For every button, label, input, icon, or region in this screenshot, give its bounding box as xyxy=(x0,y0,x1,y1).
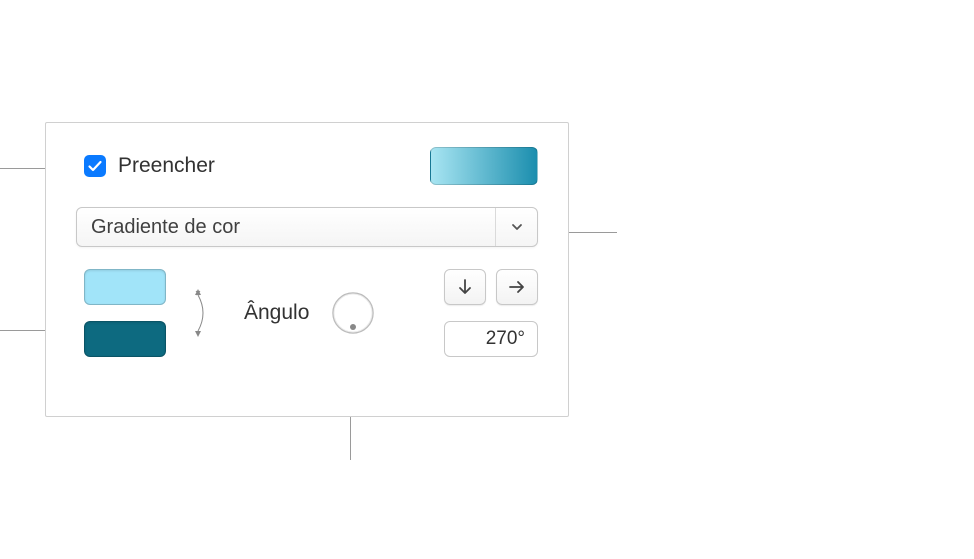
fill-header-row: Preencher xyxy=(76,147,538,185)
swap-vertical-icon xyxy=(190,285,212,341)
swap-colors-button[interactable] xyxy=(186,269,216,357)
callout-line xyxy=(0,168,45,169)
fill-checkbox-group: Preencher xyxy=(84,154,215,178)
fill-type-dropdown-text: Gradiente de cor xyxy=(77,208,495,246)
fill-preview-swatch[interactable] xyxy=(430,147,538,185)
arrow-right-icon xyxy=(508,279,526,295)
chevron-down-icon xyxy=(510,220,524,234)
gradient-color-2-well[interactable] xyxy=(84,321,166,357)
direction-buttons-group xyxy=(444,269,538,305)
fill-checkbox[interactable] xyxy=(84,155,106,177)
fill-checkbox-label: Preencher xyxy=(118,154,215,178)
angle-dial[interactable] xyxy=(331,291,375,335)
angle-input[interactable]: 270° xyxy=(444,321,538,357)
angle-label: Ângulo xyxy=(244,301,309,325)
angle-dial-icon xyxy=(331,291,375,335)
check-icon xyxy=(87,158,103,174)
fill-panel: Preencher Gradiente de cor Ângul xyxy=(45,122,569,417)
gradient-colors-column xyxy=(84,269,166,357)
direction-down-button[interactable] xyxy=(444,269,486,305)
direction-right-button[interactable] xyxy=(496,269,538,305)
gradient-controls-row: Ângulo xyxy=(76,269,538,357)
dropdown-arrow xyxy=(495,208,537,246)
angle-input-value: 270° xyxy=(486,328,525,350)
fill-type-dropdown[interactable]: Gradiente de cor xyxy=(76,207,538,247)
angle-right-controls: 270° xyxy=(444,269,538,357)
arrow-down-icon xyxy=(457,278,473,296)
gradient-color-1-well[interactable] xyxy=(84,269,166,305)
